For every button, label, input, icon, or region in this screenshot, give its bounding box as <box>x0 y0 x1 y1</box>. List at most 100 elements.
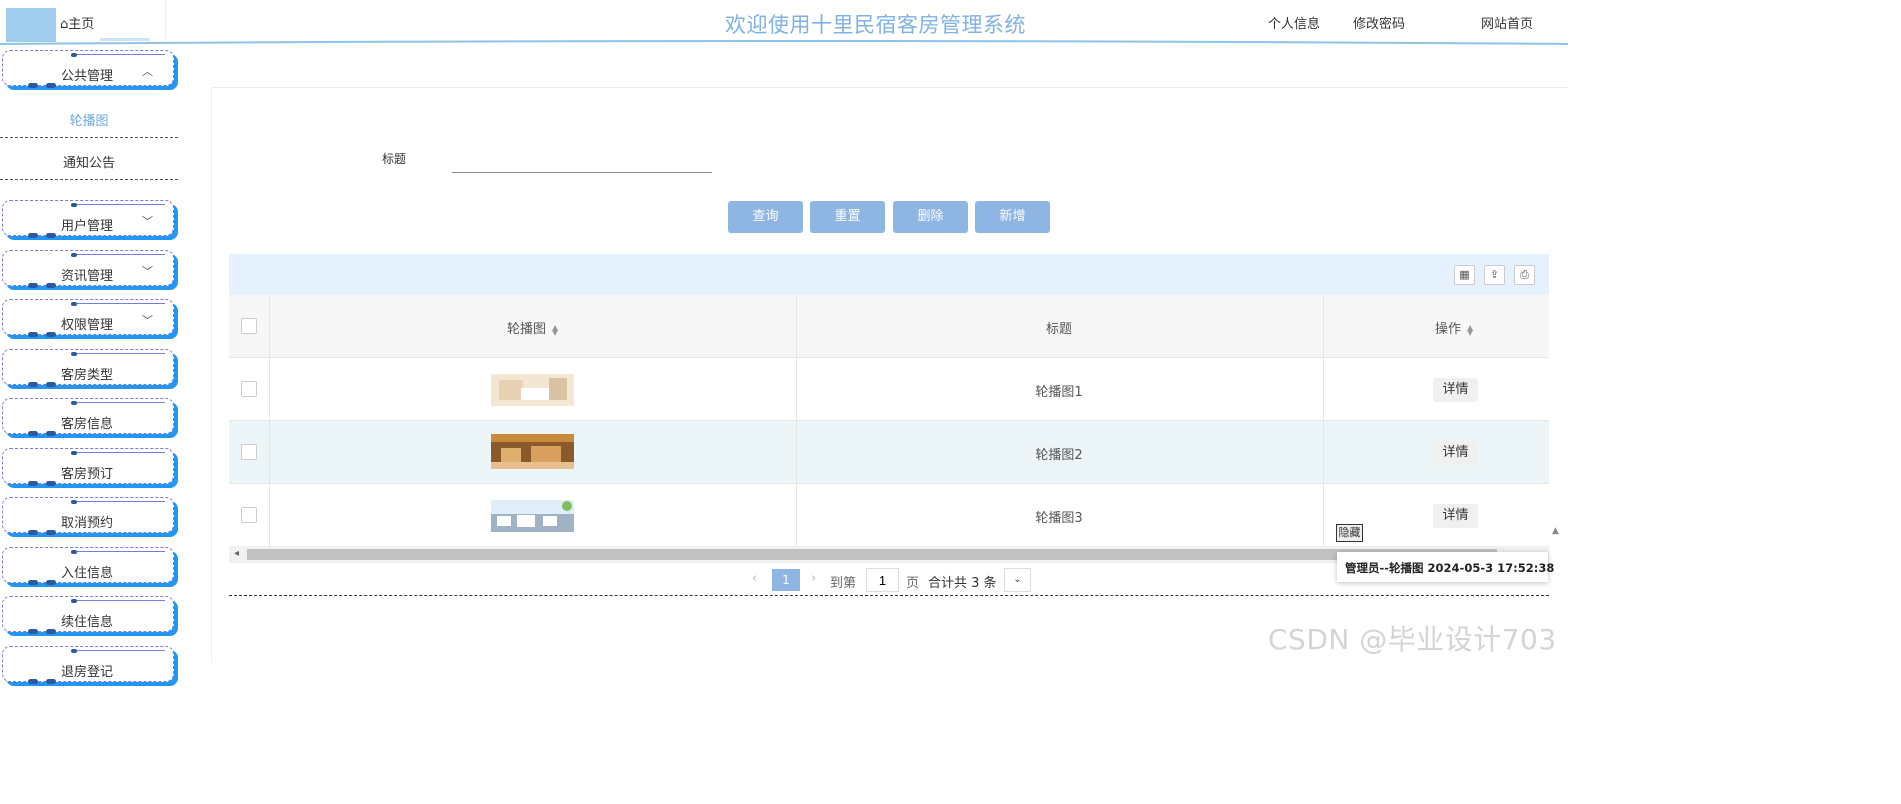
reset-button[interactable]: 重置 <box>810 201 885 233</box>
menu-permissions[interactable]: 权限管理 ﹀ <box>2 299 174 338</box>
column-header-image[interactable]: 轮播图 ▲ ▼ <box>507 318 558 337</box>
menu-label: 退房登记 <box>60 665 113 680</box>
row-checkbox[interactable] <box>241 444 257 460</box>
delete-button[interactable]: 删除 <box>893 201 968 233</box>
prev-page-icon[interactable]: ‹ <box>752 571 757 586</box>
column-header-title: 标题 <box>1046 322 1073 337</box>
menu-news[interactable]: 资讯管理 ﹀ <box>2 250 174 289</box>
table-header: 轮播图 ▲ ▼ 标题 操作 ▲ ▼ <box>229 295 1549 358</box>
page-suffix-label: 页 <box>906 576 920 591</box>
menu-decoration <box>28 679 68 685</box>
column-header-action[interactable]: 操作 ▲ ▼ <box>1435 318 1473 337</box>
menu-decoration <box>28 629 68 635</box>
scrollbar-thumb[interactable] <box>247 549 1497 560</box>
select-all-checkbox[interactable] <box>241 318 257 334</box>
sidebar-item-label: 通知公告 <box>62 156 115 171</box>
column-divider <box>1323 295 1324 357</box>
top-header: ⌂主页 欢迎使用十里民宿客房管理系统 个人信息 修改密码 网站首页 <box>0 0 1568 46</box>
menu-decoration <box>77 353 165 354</box>
header-divider <box>165 0 166 44</box>
sort-icon[interactable]: ▲ ▼ <box>552 323 558 336</box>
column-divider <box>269 358 270 420</box>
menu-rooms[interactable]: 客房信息 <box>2 398 174 437</box>
columns-icon[interactable]: ▦ <box>1454 265 1475 285</box>
menu-public-management[interactable]: 公共管理 ︿ <box>2 50 174 88</box>
menu-label: 客房信息 <box>60 417 113 432</box>
sort-icon[interactable]: ▲ ▼ <box>1467 323 1473 336</box>
print-icon[interactable]: ⎙ <box>1514 265 1535 285</box>
menu-decoration <box>77 303 165 304</box>
sidebar-item-carousel[interactable]: 轮播图 <box>0 96 178 138</box>
menu-decoration <box>28 530 68 536</box>
chevron-up-icon: ︿ <box>142 65 153 78</box>
page-size-select[interactable]: ⌄ <box>1004 568 1031 592</box>
menu-label: 入住信息 <box>60 566 113 581</box>
row-checkbox[interactable] <box>241 381 257 397</box>
menu-decoration <box>77 600 165 601</box>
query-button[interactable]: 查询 <box>728 201 803 233</box>
table-row: 轮播图2 详情 <box>229 421 1549 484</box>
home-link[interactable]: ⌂主页 <box>60 13 94 32</box>
header-curve <box>0 40 1568 45</box>
column-divider <box>269 484 270 546</box>
detail-button[interactable]: 详情 <box>1433 378 1478 402</box>
menu-cancel-bookings[interactable]: 取消预约 <box>2 497 174 536</box>
column-divider <box>1323 421 1324 483</box>
current-page-button[interactable]: 1 <box>772 569 800 591</box>
column-divider <box>269 295 270 357</box>
menu-decoration <box>28 431 68 437</box>
column-header-label: 操作 <box>1435 322 1462 337</box>
watermark: CSDN @毕业设计703 <box>1268 623 1557 656</box>
export-icon[interactable]: ⇪ <box>1484 265 1505 285</box>
menu-decoration <box>77 551 165 552</box>
menu-decoration <box>28 580 68 586</box>
carousel-thumbnail <box>491 434 574 469</box>
menu-decoration <box>28 332 68 338</box>
column-divider <box>796 295 797 357</box>
menu-label: 客房预订 <box>60 467 113 482</box>
menu-extensions[interactable]: 续住信息 <box>2 596 174 635</box>
chevron-down-icon: ﹀ <box>142 265 153 278</box>
menu-bookings[interactable]: 客房预订 <box>2 448 174 486</box>
column-divider <box>1323 358 1324 420</box>
menu-label: 客房类型 <box>60 368 113 383</box>
nav-change-password[interactable]: 修改密码 <box>1353 13 1405 32</box>
menu-decoration <box>77 501 165 502</box>
menu-check-ins[interactable]: 入住信息 <box>2 547 174 586</box>
nav-site-home[interactable]: 网站首页 <box>1481 13 1533 32</box>
scroll-up-icon[interactable]: ▲ <box>1552 526 1559 536</box>
menu-users[interactable]: 用户管理 ﹀ <box>2 200 174 239</box>
chevron-down-icon: ⌄ <box>1013 574 1022 585</box>
nav-profile[interactable]: 个人信息 <box>1268 13 1320 32</box>
menu-check-outs[interactable]: 退房登记 <box>2 646 174 685</box>
column-divider <box>269 421 270 483</box>
menu-label: 续住信息 <box>60 615 113 630</box>
row-checkbox[interactable] <box>241 507 257 523</box>
sidebar-item-label: 轮播图 <box>69 114 109 129</box>
detail-button[interactable]: 详情 <box>1433 504 1478 528</box>
menu-decoration <box>77 402 165 403</box>
chevron-down-icon: ﹀ <box>142 215 153 228</box>
menu-decoration <box>28 283 68 289</box>
scroll-left-icon[interactable]: ◂ <box>234 548 239 559</box>
menu-decoration <box>28 233 68 239</box>
table-toolbar: ▦ ⇪ ⎙ <box>229 254 1549 295</box>
menu-room-types[interactable]: 客房类型 <box>2 349 174 387</box>
menu-decoration <box>77 254 165 255</box>
add-button[interactable]: 新增 <box>975 201 1050 233</box>
chevron-down-icon: ﹀ <box>142 314 153 327</box>
search-title-label: 标题 <box>382 152 407 166</box>
total-count: 合计共 3 条 <box>928 576 997 591</box>
sidebar-item-notice[interactable]: 通知公告 <box>0 138 178 180</box>
search-title-input[interactable] <box>452 143 712 173</box>
carousel-thumbnail <box>491 374 574 406</box>
hide-button[interactable]: 隐藏 <box>1336 524 1363 542</box>
next-page-icon[interactable]: › <box>811 571 816 586</box>
detail-button[interactable]: 详情 <box>1433 441 1478 465</box>
goto-page-input[interactable] <box>866 568 899 592</box>
menu-decoration <box>77 204 165 205</box>
site-title: 欢迎使用十里民宿客房管理系统 <box>725 13 1026 37</box>
home-label: 主页 <box>68 17 95 32</box>
menu-label: 取消预约 <box>60 516 113 531</box>
column-divider <box>1323 484 1324 546</box>
